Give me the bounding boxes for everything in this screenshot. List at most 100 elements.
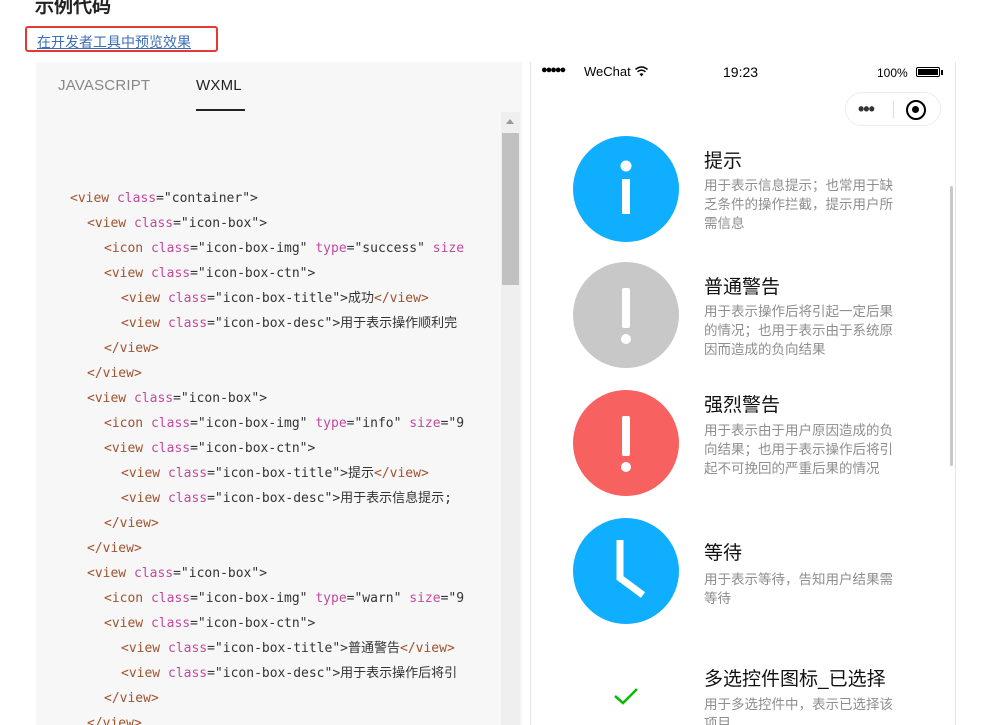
code-block: <view class="container"> <view class="ico… bbox=[70, 186, 500, 725]
code-token: ="icon-box-desc">用于表示操作后将引 bbox=[207, 666, 458, 681]
tab-wxml[interactable]: WXML bbox=[196, 77, 242, 94]
mini-program-capsule: ••• bbox=[845, 92, 941, 126]
code-line: <icon class="icon-box-img" type="info" s… bbox=[70, 411, 500, 436]
code-token: </view> bbox=[87, 716, 142, 725]
code-token: class bbox=[167, 666, 208, 681]
icon-box-title: 多选控件图标_已选择 bbox=[704, 669, 886, 690]
code-line: <icon class="icon-box-img" type="warn" s… bbox=[70, 586, 500, 611]
code-token: ="icon-box-desc">用于表示信息提示; bbox=[207, 491, 452, 506]
code-line: <view class="icon-box-desc">用于表示操作后将引 bbox=[70, 661, 500, 686]
code-token: </view> bbox=[87, 541, 142, 556]
code-token: ="icon-box-img" bbox=[190, 416, 316, 431]
code-token: </view> bbox=[104, 691, 159, 706]
code-token: class bbox=[133, 216, 174, 231]
icon-box-desc: 用于表示由于用户原因造成的负向结果；也用于表示操作后将引起不可挽回的严重后果的情… bbox=[704, 423, 893, 476]
code-line: <view class="icon-box"> bbox=[70, 211, 500, 236]
code-line: <view class="icon-box-desc">用于表示信息提示; bbox=[70, 486, 500, 511]
code-token: ="icon-box-desc">用于表示操作顺利完 bbox=[207, 316, 458, 331]
scroll-up-arrow-icon[interactable] bbox=[506, 119, 514, 124]
icon-box-desc: 用于表示操作后将引起一定后果的情况；也用于表示由于系统原因而造成的负向结果 bbox=[704, 304, 893, 357]
code-token: </view> bbox=[87, 366, 142, 381]
code-line: <view class="icon-box-title">成功</view> bbox=[70, 286, 500, 311]
code-token: <view bbox=[104, 616, 151, 631]
battery-percent: 100% bbox=[877, 66, 908, 80]
code-token: </view> bbox=[104, 516, 159, 531]
code-token: <view bbox=[121, 641, 168, 656]
battery-icon bbox=[916, 67, 940, 77]
more-menu-icon[interactable]: ••• bbox=[858, 99, 875, 120]
code-token: <view bbox=[87, 391, 134, 406]
code-line: <view class="icon-box-ctn"> bbox=[70, 436, 500, 461]
status-bar: ●●●●● WeChat 19:23 100% bbox=[531, 62, 955, 84]
code-token: class bbox=[116, 191, 157, 206]
code-token: <icon bbox=[104, 416, 151, 431]
code-token: class bbox=[150, 241, 191, 256]
code-token: ="icon-box"> bbox=[173, 391, 268, 406]
code-line: </view> bbox=[70, 511, 500, 536]
tab-javascript[interactable]: JAVASCRIPT bbox=[58, 77, 150, 94]
code-token: <view bbox=[121, 491, 168, 506]
code-line: <view class="icon-box"> bbox=[70, 386, 500, 411]
code-line: <view class="icon-box-ctn"> bbox=[70, 261, 500, 286]
icon-box-title: 提示 bbox=[704, 151, 743, 172]
code-line: </view> bbox=[70, 536, 500, 561]
code-token: ="icon-box-title">成功 bbox=[207, 291, 374, 306]
phone-preview: ●●●●● WeChat 19:23 100% ••• 提示 用于表示信息提示；… bbox=[530, 62, 956, 725]
code-token: </view> bbox=[400, 641, 455, 656]
code-token: </view> bbox=[374, 291, 429, 306]
code-token: </view> bbox=[374, 466, 429, 481]
code-token: class bbox=[167, 491, 208, 506]
code-token: ="icon-box"> bbox=[173, 216, 268, 231]
code-token: class bbox=[167, 466, 208, 481]
icon-box-title: 等待 bbox=[704, 543, 743, 564]
code-line: </view> bbox=[70, 361, 500, 386]
close-mini-program-icon[interactable] bbox=[906, 100, 926, 120]
icon-box-desc: 用于表示等待，告知用户结果需等待 bbox=[704, 572, 893, 606]
preview-link-highlight: 在开发者工具中预览效果 bbox=[25, 26, 218, 52]
code-token: class bbox=[150, 441, 191, 456]
code-token: ="icon-box-ctn"> bbox=[190, 441, 316, 456]
icon-box-title: 强烈警告 bbox=[704, 395, 781, 416]
warn-icon bbox=[573, 262, 679, 368]
code-token: type bbox=[315, 241, 347, 256]
code-token: ="success" bbox=[346, 241, 433, 256]
code-token: ="icon-box"> bbox=[173, 566, 268, 581]
code-token: </view> bbox=[104, 341, 159, 356]
code-token: <view bbox=[104, 441, 151, 456]
code-line: <view class="icon-box-ctn"> bbox=[70, 611, 500, 636]
phone-scrollbar[interactable] bbox=[950, 186, 953, 466]
active-tab-indicator bbox=[196, 109, 245, 111]
code-token: class bbox=[150, 416, 191, 431]
code-token: <view bbox=[121, 666, 168, 681]
section-heading: 示例代码 bbox=[35, 0, 112, 17]
code-token: ="icon-box-ctn"> bbox=[190, 266, 316, 281]
code-line: <view class="icon-box-title">普通警告</view> bbox=[70, 636, 500, 661]
battery-tip bbox=[941, 70, 943, 75]
code-token: class bbox=[167, 641, 208, 656]
code-token: <view bbox=[104, 266, 151, 281]
code-token: <view bbox=[70, 191, 117, 206]
code-token: class bbox=[150, 266, 191, 281]
code-line: <view class="icon-box-desc">用于表示操作顺利完 bbox=[70, 311, 500, 336]
code-token: ="icon-box-title">普通警告 bbox=[207, 641, 400, 656]
code-line: </view> bbox=[70, 686, 500, 711]
code-line: <view class="container"> bbox=[70, 186, 500, 211]
code-token: ="info" bbox=[346, 416, 410, 431]
code-token: type bbox=[315, 591, 347, 606]
code-line: </view> bbox=[70, 336, 500, 361]
code-token: size bbox=[432, 241, 465, 256]
code-token: <view bbox=[121, 466, 168, 481]
code-tabs: JAVASCRIPT WXML bbox=[36, 62, 522, 112]
code-token: class bbox=[167, 291, 208, 306]
code-token: <icon bbox=[104, 241, 151, 256]
clock-icon bbox=[573, 518, 679, 624]
code-scrollbar-thumb[interactable] bbox=[502, 133, 519, 285]
code-token: ="warn" bbox=[346, 591, 410, 606]
preview-in-devtools-link[interactable]: 在开发者工具中预览效果 bbox=[37, 32, 191, 52]
code-token: <view bbox=[121, 291, 168, 306]
code-token: ="9 bbox=[440, 416, 465, 431]
code-token: type bbox=[315, 416, 347, 431]
code-line: <view class="icon-box"> bbox=[70, 561, 500, 586]
code-token: class bbox=[150, 616, 191, 631]
signal-icon: ●●●●● bbox=[541, 64, 566, 76]
